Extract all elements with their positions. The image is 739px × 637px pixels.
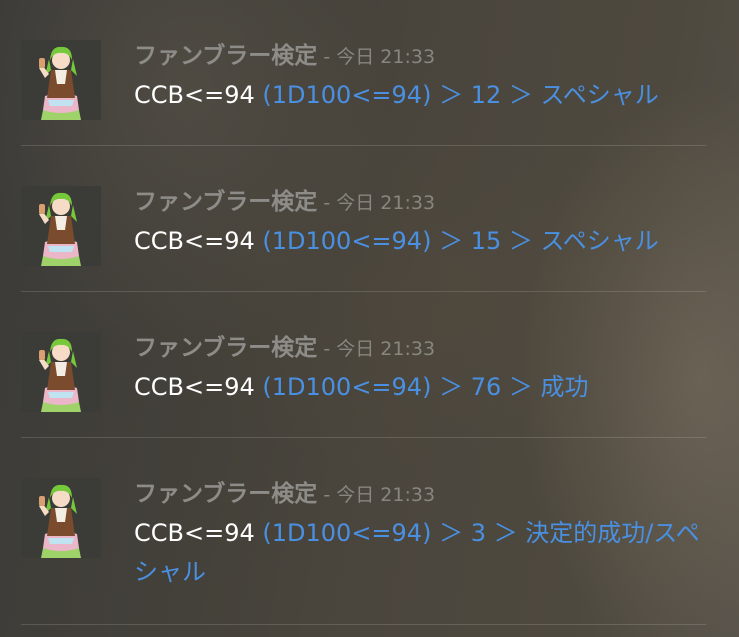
message-divider (21, 291, 706, 292)
dice-result: (1D100<=94) ＞ 12 ＞ スペシャル (262, 81, 659, 109)
username[interactable]: ファンブラー検定 (134, 335, 317, 361)
header-separator: - (317, 484, 337, 506)
timestamp: 今日 21:33 (336, 338, 436, 360)
character-avatar-icon[interactable] (21, 478, 101, 558)
dice-command: CCB<=94 (134, 227, 255, 255)
header-separator: - (317, 192, 337, 214)
header-separator: - (317, 338, 337, 360)
message-body: CCB<=94 (1D100<=94) ＞ 12 ＞ スペシャル (134, 76, 714, 115)
username[interactable]: ファンブラー検定 (134, 189, 317, 215)
character-avatar-icon[interactable] (21, 40, 101, 120)
message-body: CCB<=94 (1D100<=94) ＞ 76 ＞ 成功 (134, 368, 714, 407)
message-header: ファンブラー検定 - 今日 21:33 (134, 332, 435, 364)
message-header: ファンブラー検定 - 今日 21:33 (134, 478, 435, 510)
message-header: ファンブラー検定 - 今日 21:33 (134, 186, 435, 218)
dice-command: CCB<=94 (134, 81, 255, 109)
chat-message: ファンブラー検定 - 今日 21:33 CCB<=94 (1D100<=94) … (0, 186, 739, 266)
timestamp: 今日 21:33 (336, 192, 436, 214)
username[interactable]: ファンブラー検定 (134, 43, 317, 69)
character-avatar-icon[interactable] (21, 332, 101, 412)
message-body: CCB<=94 (1D100<=94) ＞ 3 ＞ 決定的成功/スペシャル (134, 514, 714, 592)
dice-result: (1D100<=94) ＞ 15 ＞ スペシャル (262, 227, 659, 255)
chat-message: ファンブラー検定 - 今日 21:33 CCB<=94 (1D100<=94) … (0, 332, 739, 412)
dice-result: (1D100<=94) ＞ 76 ＞ 成功 (262, 373, 589, 401)
message-divider (21, 437, 706, 438)
dice-command: CCB<=94 (134, 519, 255, 547)
dice-command: CCB<=94 (134, 373, 255, 401)
character-avatar-icon[interactable] (21, 186, 101, 266)
chat-log: ファンブラー検定 - 今日 21:33 CCB<=94 (1D100<=94) … (0, 0, 739, 637)
header-separator: - (317, 46, 337, 68)
chat-message: ファンブラー検定 - 今日 21:33 CCB<=94 (1D100<=94) … (0, 478, 739, 598)
username[interactable]: ファンブラー検定 (134, 481, 317, 507)
message-body: CCB<=94 (1D100<=94) ＞ 15 ＞ スペシャル (134, 222, 714, 261)
chat-message: ファンブラー検定 - 今日 21:33 CCB<=94 (1D100<=94) … (0, 40, 739, 120)
message-divider (21, 624, 706, 625)
timestamp: 今日 21:33 (336, 46, 436, 68)
message-divider (21, 145, 706, 146)
message-header: ファンブラー検定 - 今日 21:33 (134, 40, 435, 72)
timestamp: 今日 21:33 (336, 484, 436, 506)
